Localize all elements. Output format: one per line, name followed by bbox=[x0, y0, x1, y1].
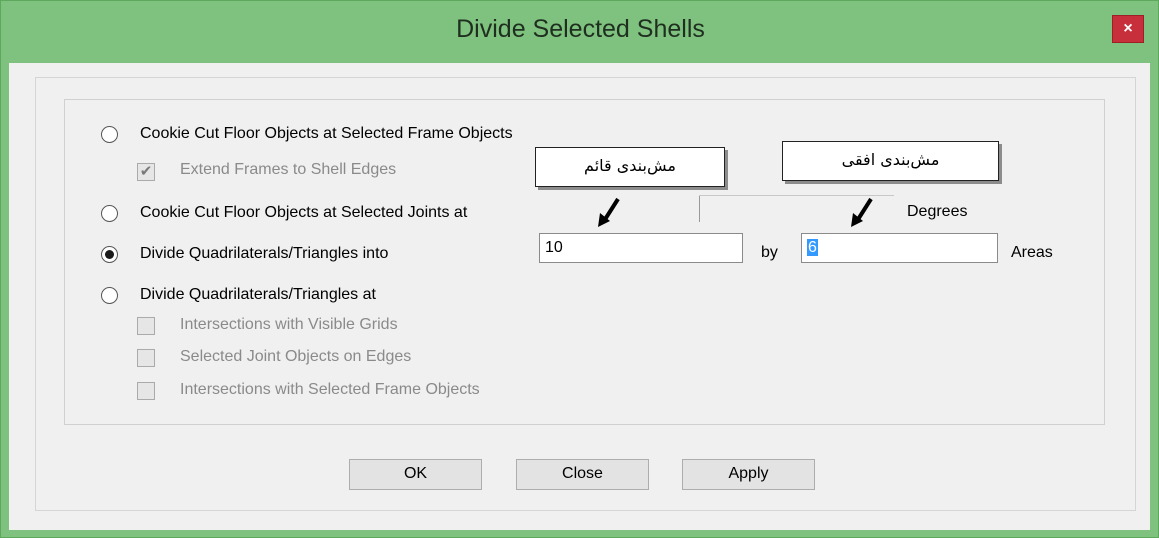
dialog-title: Divide Selected Shells bbox=[456, 15, 705, 43]
ok-button[interactable]: OK bbox=[349, 459, 482, 490]
checkmark-icon: ✔ bbox=[139, 163, 153, 180]
divide-at-label[interactable]: Divide Quadrilaterals/Triangles at bbox=[140, 286, 376, 304]
close-button[interactable]: Close bbox=[516, 459, 649, 490]
close-window-button[interactable]: × bbox=[1112, 15, 1144, 43]
vertical-mesh-text: مش‌بندی قائم bbox=[584, 156, 676, 175]
cookie-joints-label[interactable]: Cookie Cut Floor Objects at Selected Joi… bbox=[140, 204, 467, 222]
divide-value-1: 10 bbox=[545, 239, 563, 256]
cookie-frame-label[interactable]: Cookie Cut Floor Objects at Selected Fra… bbox=[140, 125, 513, 143]
apply-button[interactable]: Apply bbox=[682, 459, 815, 490]
angle-field-edge bbox=[699, 195, 700, 222]
cookie-frame-radio[interactable] bbox=[101, 126, 118, 143]
divide-value-2: 6 bbox=[807, 239, 818, 256]
divide-value-2-input[interactable]: 6 bbox=[801, 233, 998, 263]
extend-frames-checkbox[interactable]: ✔ bbox=[137, 163, 155, 181]
areas-label: Areas bbox=[1011, 244, 1053, 261]
grids-label: Intersections with Visible Grids bbox=[180, 316, 398, 333]
grids-checkbox[interactable] bbox=[137, 317, 155, 335]
joints-edges-checkbox[interactable] bbox=[137, 349, 155, 367]
vertical-mesh-callout: مش‌بندی قائم bbox=[535, 147, 725, 187]
divide-into-radio[interactable] bbox=[101, 246, 118, 263]
by-label: by bbox=[761, 244, 778, 261]
horizontal-mesh-arrow-icon bbox=[851, 197, 873, 227]
frame-intersections-checkbox[interactable] bbox=[137, 382, 155, 400]
dialog-window: Divide Selected Shells × Cookie Cut Floo… bbox=[0, 0, 1159, 538]
horizontal-mesh-callout: مش‌بندی افقی bbox=[782, 141, 999, 181]
cookie-joints-radio[interactable] bbox=[101, 205, 118, 222]
frame-intersections-label: Intersections with Selected Frame Object… bbox=[180, 381, 480, 398]
dialog-body: Cookie Cut Floor Objects at Selected Fra… bbox=[9, 63, 1150, 530]
title-bar[interactable]: Divide Selected Shells × bbox=[1, 1, 1159, 63]
divide-at-radio[interactable] bbox=[101, 287, 118, 304]
divide-value-1-input[interactable]: 10 bbox=[539, 233, 743, 263]
divide-into-label[interactable]: Divide Quadrilaterals/Triangles into bbox=[140, 245, 388, 263]
horizontal-mesh-text: مش‌بندی افقی bbox=[841, 150, 940, 169]
extend-frames-label: Extend Frames to Shell Edges bbox=[180, 161, 397, 178]
joints-edges-label: Selected Joint Objects on Edges bbox=[180, 348, 412, 365]
degrees-label: Degrees bbox=[907, 203, 968, 220]
vertical-mesh-arrow-icon bbox=[598, 197, 620, 227]
